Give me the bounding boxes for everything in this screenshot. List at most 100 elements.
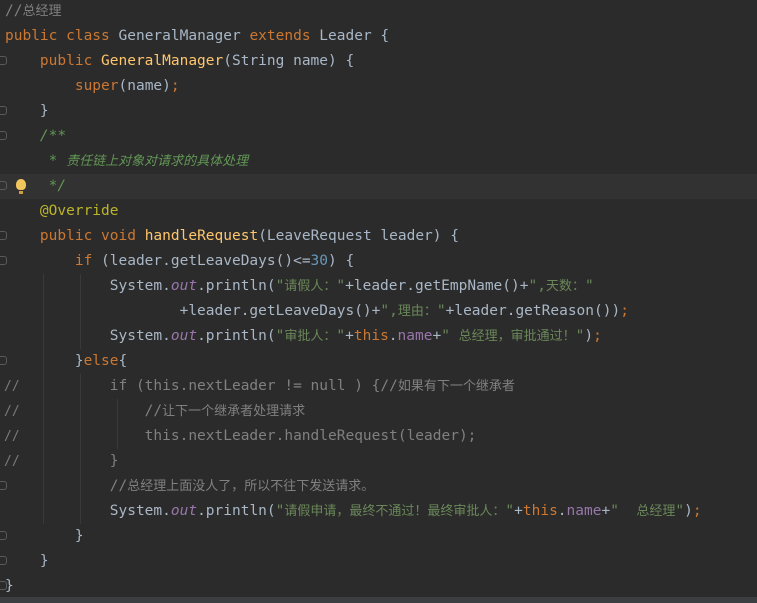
code-line[interactable]: * 责任链上对象对请求的具体处理 xyxy=(0,149,757,174)
code-token: ",理由：" xyxy=(380,303,446,319)
code-line[interactable]: //总经理上面没人了，所以不往下发送请求。 xyxy=(0,474,757,499)
code-token: out xyxy=(170,328,198,344)
code-token: + xyxy=(514,503,523,519)
code-token: } xyxy=(5,453,119,469)
code-text: } xyxy=(5,574,14,599)
code-token: Leader { xyxy=(319,28,390,44)
code-line[interactable]: */ xyxy=(0,174,757,199)
code-text: public void handleRequest(LeaveRequest l… xyxy=(5,224,459,249)
code-line[interactable]: System.out.println("请假申请，最终不通过！最终审批人："+t… xyxy=(0,499,757,524)
code-token: System. xyxy=(5,503,171,519)
code-line[interactable]: /** xyxy=(0,124,757,149)
code-token: void xyxy=(101,228,145,244)
code-token: +leader.getEmpName()+ xyxy=(345,278,529,294)
code-token: .println( xyxy=(197,503,276,519)
code-text: this.nextLeader.handleRequest(leader); xyxy=(5,424,477,449)
code-token: this.nextLeader.handleRequest(leader); xyxy=(5,428,477,444)
code-token: "审批人：" xyxy=(275,328,346,344)
code-line[interactable]: super(name); xyxy=(0,74,757,99)
code-token: /** xyxy=(5,128,67,144)
code-token: 30 xyxy=(310,253,329,269)
code-line[interactable]: public void handleRequest(LeaveRequest l… xyxy=(0,224,757,249)
code-line[interactable]: @Override xyxy=(0,199,757,224)
code-token: GeneralManager xyxy=(118,28,250,44)
code-editor[interactable]: //总经理 public class GeneralManager extends… xyxy=(0,0,757,603)
code-token: super xyxy=(5,78,119,94)
code-token: ) { xyxy=(328,253,355,269)
code-text: if (this.nextLeader != null ) {//如果有下一个继… xyxy=(5,374,515,399)
code-text: +leader.getLeaveDays()+",理由："+leader.get… xyxy=(5,299,629,324)
code-text: } xyxy=(5,449,119,474)
code-token: } xyxy=(5,103,49,119)
code-line[interactable]: // //让下一个继承者处理请求 xyxy=(0,399,757,424)
code-token: handleRequest xyxy=(144,228,259,244)
code-token: name xyxy=(397,328,433,344)
code-line[interactable]: if (leader.getLeaveDays()<=30) { xyxy=(0,249,757,274)
code-token: (String name) { xyxy=(223,53,355,69)
code-line[interactable]: // if (this.nextLeader != null ) {//如果有下… xyxy=(0,374,757,399)
code-token: ; xyxy=(620,303,629,319)
code-token: //总经理 xyxy=(5,3,62,19)
code-token: .println( xyxy=(197,278,276,294)
code-token: } xyxy=(5,553,49,569)
code-line[interactable]: // } xyxy=(0,449,757,474)
code-token: //让下一个继承者处理请求 xyxy=(5,403,306,419)
code-line[interactable]: } xyxy=(0,524,757,549)
code-token: .println( xyxy=(197,328,276,344)
code-token: (leader.getLeaveDays()<= xyxy=(101,253,311,269)
code-token: + xyxy=(601,503,611,519)
code-token: } xyxy=(5,578,14,594)
code-token: ) xyxy=(684,503,693,519)
code-text: } xyxy=(5,99,49,124)
code-text: super(name); xyxy=(5,74,180,99)
code-line[interactable]: System.out.println("请假人："+leader.getEmpN… xyxy=(0,274,757,299)
code-token: +leader.getReason()) xyxy=(445,303,621,319)
code-line[interactable]: +leader.getLeaveDays()+",理由："+leader.get… xyxy=(0,299,757,324)
code-token: } xyxy=(5,353,84,369)
code-text: */ xyxy=(5,174,66,199)
code-token: ; xyxy=(593,328,602,344)
code-text: System.out.println("请假申请，最终不通过！最终审批人："+t… xyxy=(5,499,702,524)
code-token: this xyxy=(522,503,558,519)
code-token: public xyxy=(5,53,102,69)
code-token: extends xyxy=(249,28,320,44)
code-token: . xyxy=(557,503,567,519)
code-token: ; xyxy=(170,78,180,94)
code-line[interactable]: public GeneralManager(String name) { xyxy=(0,49,757,74)
code-line[interactable]: System.out.println("审批人："+this.name+" 总经… xyxy=(0,324,757,349)
code-text: public class GeneralManager extends Lead… xyxy=(5,24,389,49)
code-text: if (leader.getLeaveDays()<=30) { xyxy=(5,249,354,274)
code-text: //总经理 xyxy=(5,0,61,24)
code-line[interactable]: } xyxy=(0,574,757,599)
code-token: + xyxy=(345,328,354,344)
code-text: } xyxy=(5,524,84,549)
code-line[interactable]: } xyxy=(0,99,757,124)
code-token: out xyxy=(170,503,198,519)
code-token: public xyxy=(5,228,102,244)
code-token: if (this.nextLeader != null ) {//如果有下一个继… xyxy=(5,378,515,394)
code-line[interactable]: public class GeneralManager extends Lead… xyxy=(0,24,757,49)
code-line[interactable]: //总经理 xyxy=(0,0,757,24)
code-text: /** xyxy=(5,124,66,149)
code-line[interactable]: // this.nextLeader.handleRequest(leader)… xyxy=(0,424,757,449)
code-token: "请假人：" xyxy=(275,278,346,294)
code-token: this xyxy=(353,328,389,344)
code-text: @Override xyxy=(5,199,119,224)
code-token: else xyxy=(83,353,119,369)
code-token: + xyxy=(432,328,442,344)
code-text: } xyxy=(5,549,49,574)
code-token: " 总经理，审批通过！" xyxy=(441,328,585,344)
code-text: //总经理上面没人了，所以不往下发送请求。 xyxy=(5,474,374,499)
code-token: GeneralManager xyxy=(101,53,224,69)
code-token: +leader.getLeaveDays()+ xyxy=(5,303,381,319)
code-text: * 责任链上对象对请求的具体处理 xyxy=(5,149,248,174)
code-token: } xyxy=(5,528,84,544)
code-line[interactable]: }else{ xyxy=(0,349,757,374)
code-line[interactable]: } xyxy=(0,549,757,574)
code-token: if xyxy=(5,253,102,269)
code-text: System.out.println("请假人："+leader.getEmpN… xyxy=(5,274,594,299)
code-token: ",天数：" xyxy=(528,278,594,294)
code-token: System. xyxy=(5,278,171,294)
horizontal-scrollbar[interactable] xyxy=(0,597,757,603)
code-text: //让下一个继承者处理请求 xyxy=(5,399,305,424)
